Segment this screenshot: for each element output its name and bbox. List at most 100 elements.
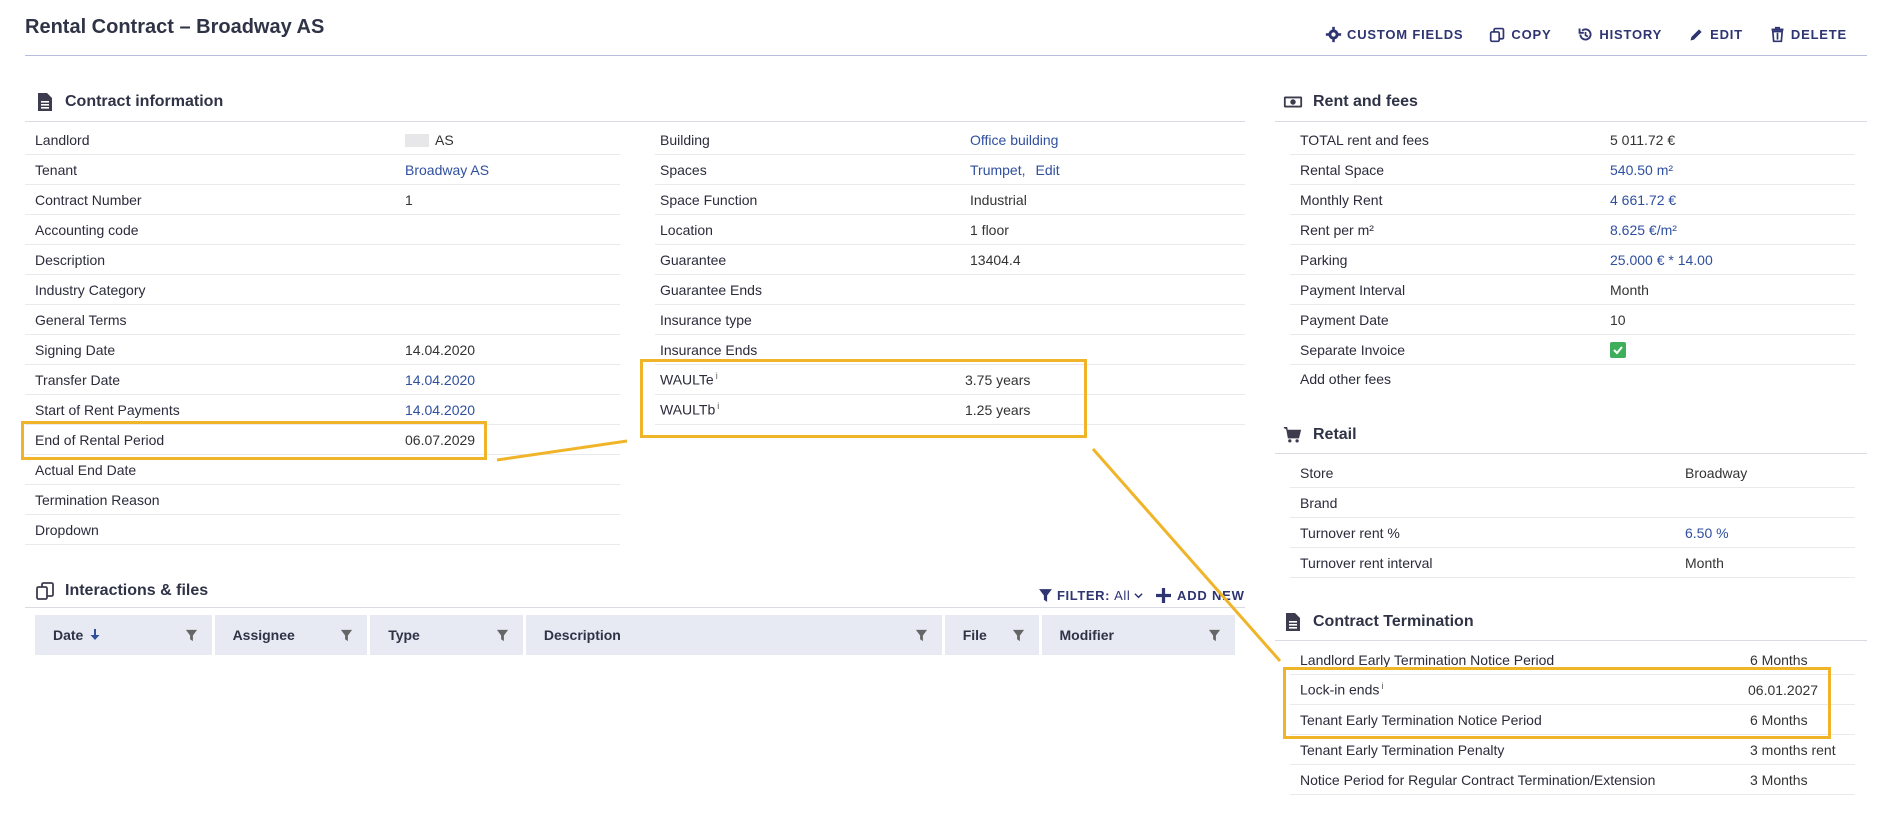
contract-info-left: Landlord AS Tenant Broadway AS Contract Nu…: [25, 125, 620, 545]
row-brand: Brand: [1290, 488, 1855, 518]
signing-date-value: 14.04.2020: [405, 341, 476, 358]
rent-fees-title: Rent and fees: [1313, 93, 1418, 110]
col-description[interactable]: Description: [525, 615, 942, 655]
row-location: Location 1 floor: [655, 215, 1245, 245]
history-button[interactable]: HISTORY: [1577, 26, 1662, 43]
col-assignee-label: Assignee: [232, 627, 295, 643]
building-label: Building: [660, 131, 710, 148]
col-file[interactable]: File: [944, 615, 1039, 655]
payment-interval-label: Payment Interval: [1300, 281, 1406, 298]
col-description-label: Description: [543, 627, 621, 643]
document-icon: [1286, 613, 1300, 631]
add-new-button[interactable]: ADD NEW: [1156, 588, 1245, 603]
col-date[interactable]: Date: [35, 615, 212, 655]
parking-label: Parking: [1300, 251, 1348, 268]
check-icon: [1613, 345, 1623, 354]
custom-fields-button[interactable]: CUSTOM FIELDS: [1325, 26, 1463, 43]
signing-date-label: Signing Date: [35, 341, 116, 358]
termination-title: Contract Termination: [1313, 613, 1474, 630]
title-divider: [25, 55, 1867, 56]
edit-label: EDIT: [1710, 27, 1743, 42]
col-assignee[interactable]: Assignee: [214, 615, 368, 655]
row-building: Building Office building: [655, 125, 1245, 155]
parking-value[interactable]: 25.000 € * 14.00: [1610, 252, 1713, 268]
delete-button[interactable]: DELETE: [1769, 26, 1847, 43]
guarantee-ends-label: Guarantee Ends: [660, 281, 762, 298]
row-total-rent: TOTAL rent and fees 5 011.72 €: [1290, 125, 1855, 155]
filter-label: FILTER:: [1057, 588, 1111, 603]
transfer-date-value[interactable]: 14.04.2020: [405, 372, 475, 388]
col-type[interactable]: Type: [370, 615, 523, 655]
col-type-label: Type: [388, 627, 420, 643]
dropdown-label: Dropdown: [35, 521, 99, 538]
store-value: Broadway: [1685, 464, 1748, 481]
edit-button[interactable]: EDIT: [1688, 26, 1743, 43]
interactions-header: Interactions & files: [35, 581, 208, 601]
retail-header: Retail: [1283, 425, 1357, 445]
total-rent-value: 5 011.72 €: [1610, 131, 1676, 148]
brand-label: Brand: [1300, 494, 1338, 511]
custom-fields-label: CUSTOM FIELDS: [1347, 27, 1464, 42]
filter-control[interactable]: FILTER: All: [1038, 588, 1143, 603]
filter-icon[interactable]: [915, 629, 928, 642]
start-rent-payments-value[interactable]: 14.04.2020: [405, 402, 475, 418]
general-terms-label: General Terms: [35, 311, 127, 328]
row-general-terms: General Terms: [25, 305, 620, 335]
start-rent-payments-label: Start of Rent Payments: [35, 401, 180, 418]
turnover-rent-label: Turnover rent %: [1300, 524, 1400, 541]
spaces-edit-link[interactable]: Edit: [1036, 162, 1060, 178]
payment-interval-value: Month: [1610, 281, 1649, 298]
add-new-label: ADD NEW: [1177, 588, 1245, 603]
filter-icon[interactable]: [1208, 629, 1221, 642]
row-termination-reason: Termination Reason: [25, 485, 620, 515]
filter-icon[interactable]: [496, 629, 509, 642]
filter-icon[interactable]: [185, 629, 198, 642]
row-accounting-code: Accounting code: [25, 215, 620, 245]
tenant-penalty-value: 3 months rent: [1750, 741, 1836, 758]
tenant-link[interactable]: Broadway AS: [405, 162, 489, 178]
separate-invoice-checkbox[interactable]: [1610, 341, 1626, 358]
payment-date-label: Payment Date: [1300, 311, 1389, 328]
trash-icon: [1771, 26, 1784, 43]
col-date-label: Date: [53, 627, 84, 643]
filter-icon[interactable]: [340, 629, 353, 642]
monthly-rent-label: Monthly Rent: [1300, 191, 1383, 208]
interactions-divider: [25, 607, 1245, 608]
copy-label: COPY: [1511, 27, 1552, 42]
row-space-function: Space Function Industrial: [655, 185, 1245, 215]
rent-per-m2-label: Rent per m²: [1300, 221, 1374, 238]
landlord-logo: [405, 134, 429, 148]
rental-space-value[interactable]: 540.50 m²: [1610, 162, 1673, 178]
copy-button[interactable]: COPY: [1489, 26, 1551, 43]
row-store: Store Broadway: [1290, 458, 1855, 488]
col-modifier[interactable]: Modifier: [1041, 615, 1236, 655]
insurance-ends-label: Insurance Ends: [660, 341, 758, 358]
row-transfer-date: Transfer Date 14.04.2020: [25, 365, 620, 395]
spaces-link[interactable]: Trumpet,: [970, 162, 1026, 178]
transfer-date-label: Transfer Date: [35, 371, 121, 388]
landlord-value: AS: [435, 131, 454, 148]
monthly-rent-value[interactable]: 4 661.72 €: [1610, 192, 1676, 208]
page-title: Rental Contract – Broadway AS: [25, 16, 325, 38]
space-function-label: Space Function: [660, 191, 758, 208]
filter-icon[interactable]: [1012, 629, 1025, 642]
add-other-fees-link[interactable]: Add other fees: [1300, 371, 1391, 387]
row-industry-category: Industry Category: [25, 275, 620, 305]
filter-icon: [1039, 589, 1052, 602]
building-link[interactable]: Office building: [970, 132, 1058, 148]
rent-fees-divider: [1275, 121, 1867, 122]
history-icon: [1579, 28, 1592, 41]
rent-per-m2-value[interactable]: 8.625 €/m²: [1610, 222, 1677, 238]
row-rental-space: Rental Space 540.50 m²: [1290, 155, 1855, 185]
turnover-rent-value[interactable]: 6.50 %: [1685, 525, 1729, 541]
termination-divider: [1275, 640, 1867, 641]
description-label: Description: [35, 251, 106, 268]
chevron-down-icon: [1134, 593, 1143, 599]
termination-header: Contract Termination: [1283, 612, 1474, 632]
filter-value: All: [1114, 588, 1131, 603]
history-label: HISTORY: [1599, 27, 1663, 42]
rent-fees-header: Rent and fees: [1283, 92, 1418, 112]
toolbar: CUSTOM FIELDS COPY HISTORY EDIT DELETE: [1325, 26, 1847, 43]
payment-date-value: 10: [1610, 311, 1626, 328]
location-label: Location: [660, 221, 713, 238]
